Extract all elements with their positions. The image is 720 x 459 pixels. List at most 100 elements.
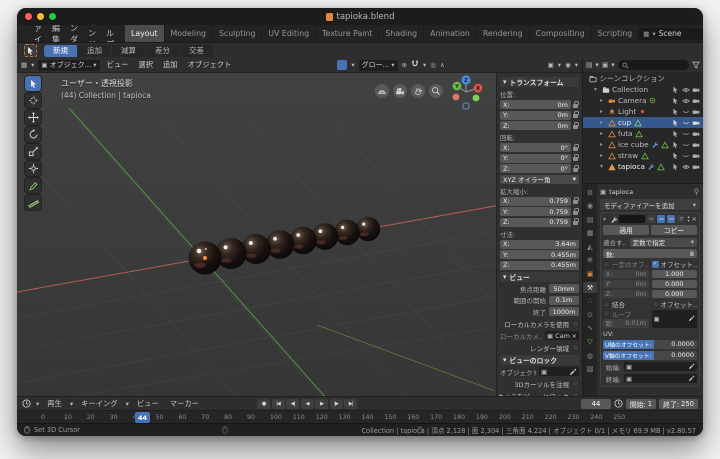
tab-compositing[interactable]: Compositing <box>530 25 592 42</box>
delete-modifier-icon[interactable]: × <box>692 215 697 223</box>
select-mode-difference[interactable]: 差分 <box>146 44 179 57</box>
dim-z-field[interactable]: Z: 0.455m <box>500 260 579 270</box>
relative-x-field[interactable]: 1.000 <box>651 269 697 278</box>
collection-row[interactable]: ▾ Collection <box>583 84 703 95</box>
clip-start-field[interactable]: 0.1m <box>549 295 579 305</box>
expand-icon[interactable]: ▾ <box>600 163 605 170</box>
tapioca-spheres[interactable] <box>188 216 381 275</box>
tab-tool[interactable]: ⚙ <box>584 187 597 198</box>
selectable-icon[interactable] <box>672 108 679 116</box>
next-keyframe-button[interactable]: |▶ <box>329 398 343 409</box>
v-offset-field[interactable]: V軸のオフセット: 0.0000 <box>603 350 697 360</box>
focal-length-field[interactable]: 50mm <box>549 284 579 293</box>
tool-annotate[interactable] <box>25 178 41 193</box>
tab-physics[interactable]: ⊙ <box>584 309 597 320</box>
location-x-field[interactable]: X: 0m <box>500 100 571 109</box>
tab-output[interactable]: ▤ <box>584 214 597 225</box>
tab-sculpting[interactable]: Sculpting <box>213 25 263 42</box>
rotation-x-field[interactable]: X: 0° <box>500 143 571 152</box>
select-mode-set[interactable]: 新規 <box>44 44 77 57</box>
selectable-icon[interactable] <box>672 130 679 138</box>
play-reverse-button[interactable]: ◀ <box>300 398 314 409</box>
use-preview-range-icon[interactable] <box>614 399 623 408</box>
lock-icon[interactable] <box>573 111 579 119</box>
play-button[interactable]: ▶ <box>315 398 328 409</box>
loop-checkbox[interactable] <box>603 310 610 317</box>
jump-to-start-button[interactable]: |◀ <box>271 398 285 409</box>
eye-closed-icon[interactable] <box>682 141 690 149</box>
lock-icon[interactable] <box>573 154 579 162</box>
tab-texture-paint[interactable]: Texture Paint <box>316 25 380 42</box>
snap-magnet-icon[interactable] <box>411 60 419 70</box>
eye-closed-icon[interactable] <box>682 108 690 116</box>
expand-icon[interactable]: ▾ <box>603 216 608 223</box>
location-y-field[interactable]: Y: 0m <box>500 110 571 120</box>
eyedropper-icon[interactable] <box>688 375 695 382</box>
fit-type-dropdown[interactable]: 定数で指定 ▾ <box>629 237 697 247</box>
tool-move[interactable] <box>25 110 41 125</box>
eye-closed-icon[interactable] <box>682 130 690 138</box>
tab-constraints[interactable]: ∿ <box>584 323 597 334</box>
tab-view-layer[interactable]: ▦ <box>584 228 597 239</box>
timeline-ruler[interactable]: 0102030405060708090100110120130140150160… <box>17 410 703 423</box>
render-camera-icon[interactable] <box>692 108 700 115</box>
prev-keyframe-button[interactable]: ◀| <box>286 398 299 409</box>
selectable-icon[interactable] <box>672 86 679 94</box>
pivot-point-icon[interactable]: ⊕ <box>402 61 407 69</box>
tab-scene[interactable]: ◭ <box>584 241 597 252</box>
viewport-menu-view[interactable]: ビュー <box>104 60 132 70</box>
selectable-icon[interactable] <box>672 141 679 149</box>
eyedropper-icon[interactable] <box>569 368 577 376</box>
apply-button[interactable]: 適用 <box>603 225 649 235</box>
collapse-icon[interactable]: ▸ <box>600 97 605 104</box>
relative-y-field[interactable]: 0.000 <box>651 279 697 288</box>
tool-scale[interactable] <box>25 144 41 159</box>
render-display-toggle[interactable]: ▭ <box>667 215 676 223</box>
shading-mode-icon[interactable]: ◉ <box>565 61 571 69</box>
eye-closed-icon[interactable] <box>682 152 690 160</box>
render-camera-icon[interactable] <box>692 152 700 159</box>
tool-measure[interactable] <box>25 195 41 210</box>
clip-end-field[interactable]: 1000m <box>549 307 579 316</box>
tab-uv-editing[interactable]: UV Editing <box>262 25 317 42</box>
scale-y-field[interactable]: Y: 0.759 <box>500 207 571 216</box>
current-frame-field[interactable]: 44 <box>580 398 611 409</box>
realtime-display-toggle[interactable]: ▭ <box>657 215 666 223</box>
scene-collection-row[interactable]: シーンコレクション <box>583 73 703 84</box>
render-region-checkbox[interactable] <box>572 344 579 351</box>
close-window-button[interactable] <box>25 13 32 20</box>
proportional-edit-icon[interactable]: ◎ <box>430 61 436 69</box>
object-offset-field[interactable]: ▣ <box>651 309 697 328</box>
viewport-menu-add[interactable]: 追加 <box>160 60 181 70</box>
show-gizmo-icon[interactable]: ▣ <box>548 61 554 69</box>
merge-distance-field[interactable]: 距: 0.01m <box>603 319 649 328</box>
editor-type-icon[interactable]: ▦ <box>21 61 27 69</box>
lock-icon[interactable] <box>573 143 579 152</box>
active-gizmo-icon[interactable] <box>337 60 348 70</box>
close-icon[interactable]: × <box>572 332 577 340</box>
view-panel-header[interactable]: ▾ ビュー <box>500 271 579 282</box>
lock-3d-cursor-checkbox[interactable] <box>572 380 579 387</box>
tab-particles[interactable]: ∴ <box>584 296 597 307</box>
eyedropper-icon[interactable] <box>688 363 695 370</box>
rotation-y-field[interactable]: Y: 0° <box>500 153 571 163</box>
frame-start-field[interactable]: 開始: 1 <box>625 398 657 409</box>
perspective-toggle-button[interactable] <box>375 84 389 98</box>
mode-dropdown[interactable]: ▣ オブジェク... ▾ <box>38 59 100 71</box>
timeline-menu-playback[interactable]: 再生 <box>44 399 65 409</box>
dim-x-field[interactable]: X: 3.64m <box>500 239 579 249</box>
selectable-icon[interactable] <box>672 152 679 160</box>
outliner-editor-icon[interactable]: ▤ <box>586 61 592 69</box>
lock-icon[interactable] <box>573 207 579 216</box>
outliner-item-cup[interactable]: ▸ cup <box>583 117 703 128</box>
rotation-mode-dropdown[interactable]: XYZ オイラー角 ▾ <box>500 174 579 184</box>
constant-offset-checkbox[interactable] <box>603 260 610 268</box>
copy-button[interactable]: コピー <box>651 225 697 235</box>
timeline-menu-view[interactable]: ビュー <box>134 399 162 409</box>
move-view-button[interactable] <box>411 84 425 98</box>
tab-world[interactable]: ⊕ <box>584 255 597 266</box>
local-camera-checkbox[interactable] <box>572 320 579 327</box>
lock-icon[interactable] <box>573 197 579 205</box>
select-mode-extend[interactable]: 追加 <box>78 44 111 57</box>
u-offset-field[interactable]: U軸のオフセット: 0.0000 <box>603 339 697 349</box>
